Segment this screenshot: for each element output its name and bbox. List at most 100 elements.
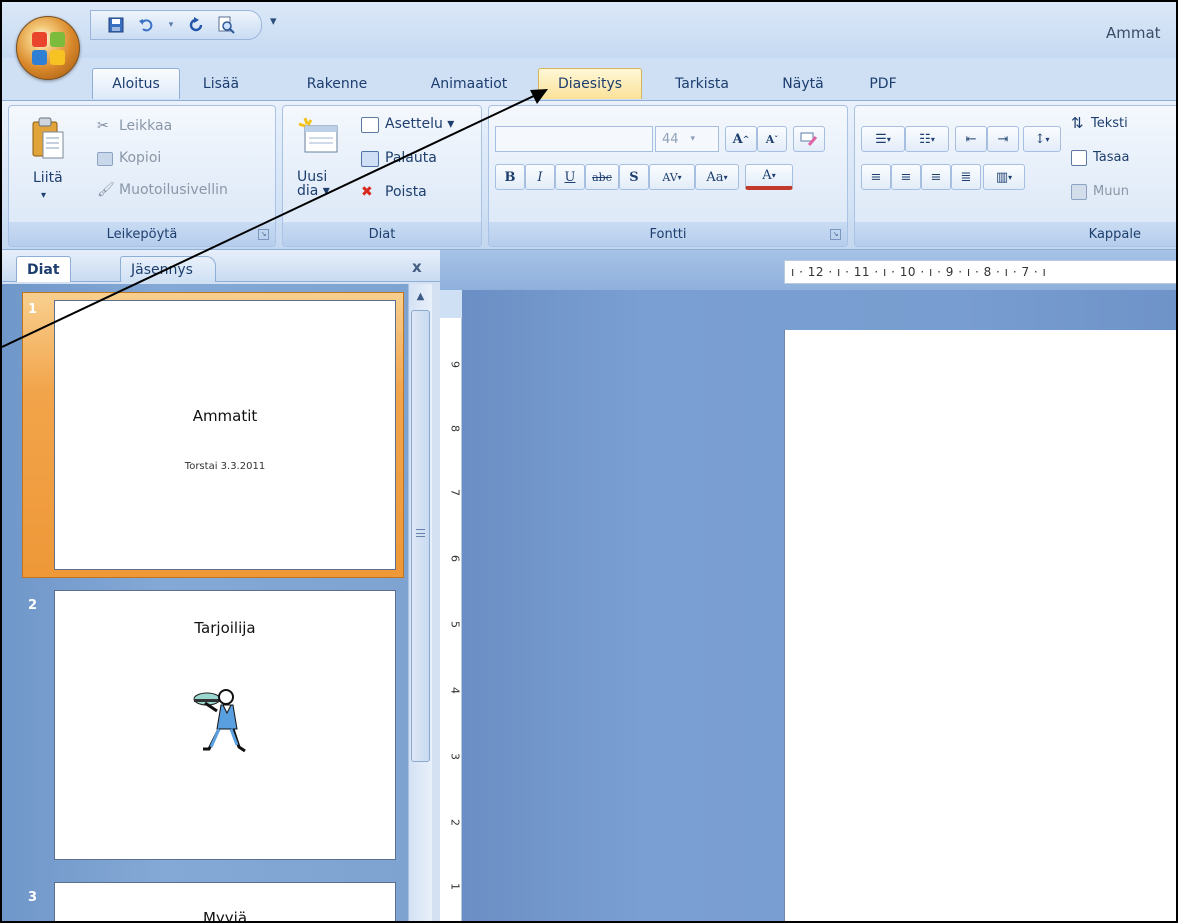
- paste-dropdown-icon: ▾: [41, 190, 47, 201]
- slide-thumbnail-1[interactable]: Ammatit Torstai 3.3.2011: [54, 300, 396, 570]
- layout-button[interactable]: Asettelu ▾: [361, 116, 479, 138]
- convert-smartart-button[interactable]: Muun: [1071, 182, 1176, 206]
- copy-button[interactable]: Kopioi: [97, 150, 207, 172]
- shadow-button[interactable]: S: [619, 164, 649, 190]
- pane-scrollbar[interactable]: ▲: [408, 284, 432, 921]
- text-direction-label: Teksti: [1091, 116, 1128, 131]
- slide-thumbnail-2[interactable]: Tarjoilija: [54, 590, 396, 860]
- window-title: Ammat: [1106, 24, 1161, 42]
- group-clipboard: Liitä ▾ ✂ Leikkaa Kopioi 🖌 Muotoilusivel…: [8, 105, 276, 247]
- title-bar: ▾ ▾ Ammat: [2, 2, 1176, 58]
- bold-button[interactable]: B: [495, 164, 525, 190]
- ruler-tick: 5: [448, 621, 462, 628]
- new-slide-button[interactable]: Uusi dia ▾: [291, 112, 349, 216]
- decrease-indent-button[interactable]: ⇤: [955, 126, 987, 152]
- undo-icon[interactable]: [137, 16, 155, 34]
- office-button[interactable]: [16, 16, 80, 80]
- font-color-button[interactable]: A ▾: [745, 164, 793, 190]
- layout-label: Asettelu ▾: [385, 116, 455, 132]
- tab-nayta[interactable]: Näytä: [770, 68, 836, 99]
- align-left-button[interactable]: ≡: [861, 164, 891, 190]
- slide-title: Myyjä: [202, 909, 248, 923]
- copy-icon: [97, 152, 113, 166]
- reset-button[interactable]: Palauta: [361, 150, 479, 172]
- paste-icon: [32, 117, 64, 159]
- align-text-button[interactable]: Tasaa: [1071, 148, 1176, 172]
- format-painter-button[interactable]: 🖌 Muotoilusivellin: [97, 182, 273, 204]
- cut-button[interactable]: ✂ Leikkaa: [97, 118, 207, 140]
- change-case-label: Aa: [706, 169, 724, 185]
- cut-label: Leikkaa: [119, 118, 173, 134]
- underline-button[interactable]: U: [555, 164, 585, 190]
- group-label-slides: Diat: [283, 222, 481, 246]
- scissors-icon: ✂: [97, 118, 109, 134]
- group-label-paragraph: Kappale: [855, 222, 1176, 246]
- font-launcher-icon[interactable]: ↘: [830, 229, 841, 240]
- group-paragraph: ☰ ▾ ☷ ▾ ⇤ ⇥ ↕ ▾ ≡ ≡ ≡ ≣ ▥ ▾ ⇅ Teksti Tasaa M…: [854, 105, 1176, 247]
- tab-pdf[interactable]: PDF: [860, 68, 906, 99]
- text-direction-button[interactable]: ⇅ Teksti: [1071, 114, 1176, 138]
- bullets-button[interactable]: ☰ ▾: [861, 126, 905, 152]
- italic-button[interactable]: I: [525, 164, 555, 190]
- align-text-icon: [1071, 150, 1087, 166]
- numbering-button[interactable]: ☷ ▾: [905, 126, 949, 152]
- slide-page[interactable]: [784, 330, 1176, 921]
- align-right-button[interactable]: ≡: [921, 164, 951, 190]
- new-slide-icon: [298, 117, 338, 153]
- justify-button[interactable]: ≣: [951, 164, 981, 190]
- ribbon: Liitä ▾ ✂ Leikkaa Kopioi 🖌 Muotoilusivel…: [2, 100, 1176, 250]
- tab-lisaa[interactable]: Lisää: [188, 68, 254, 99]
- tab-jasennys[interactable]: Jäsennys: [120, 256, 216, 282]
- delete-button[interactable]: ✖ Poista: [361, 184, 479, 206]
- save-icon[interactable]: [107, 16, 125, 34]
- tab-diat[interactable]: Diat: [16, 256, 71, 282]
- scroll-thumb[interactable]: [411, 310, 430, 762]
- shrink-font-button[interactable]: Aˇ: [757, 126, 787, 152]
- tab-animaatiot[interactable]: Animaatiot: [414, 68, 524, 99]
- font-size-dropdown-icon: ▾: [690, 134, 696, 144]
- char-spacing-label: AV: [662, 170, 678, 184]
- char-spacing-button[interactable]: AV ▾: [649, 164, 695, 190]
- columns-button[interactable]: ▥ ▾: [983, 164, 1025, 190]
- clipboard-launcher-icon[interactable]: ↘: [258, 229, 269, 240]
- waiter-clipart-icon: [193, 689, 246, 753]
- ruler-tick: 6: [448, 555, 462, 562]
- format-painter-label: Muotoilusivellin: [119, 182, 228, 198]
- ribbon-tabs: Aloitus Lisää Rakenne Animaatiot Diaesit…: [2, 68, 1176, 100]
- new-slide-label: Uusi: [297, 169, 328, 185]
- tab-rakenne[interactable]: Rakenne: [290, 68, 384, 99]
- clear-format-icon[interactable]: [793, 126, 825, 152]
- slide-number: 1: [28, 302, 38, 317]
- font-family-combo[interactable]: [495, 126, 653, 152]
- line-spacing-button[interactable]: ↕ ▾: [1023, 126, 1061, 152]
- paste-label: Liitä: [33, 170, 63, 186]
- grow-font-button[interactable]: A ^: [725, 126, 757, 152]
- undo-dropdown-icon[interactable]: ▾: [167, 16, 175, 34]
- ruler-tick: 7: [448, 489, 462, 496]
- increase-indent-button[interactable]: ⇥: [987, 126, 1019, 152]
- slide-thumbnail-3[interactable]: Myyjä: [54, 882, 396, 923]
- delete-label: Poista: [385, 184, 427, 200]
- slide-subtitle: Torstai 3.3.2011: [184, 461, 266, 472]
- slide-number: 2: [28, 598, 38, 613]
- paste-button[interactable]: Liitä ▾: [21, 112, 79, 216]
- strikethrough-button[interactable]: abc: [585, 164, 619, 190]
- tab-diaesitys[interactable]: Diaesitys: [538, 68, 642, 99]
- customize-qat-icon[interactable]: ▾: [270, 14, 277, 29]
- redo-icon[interactable]: [187, 16, 205, 34]
- group-font: 44 ▾ A ^ Aˇ B I U abc S AV ▾ Aa ▾ A ▾ Fontti…: [488, 105, 848, 247]
- change-case-button[interactable]: Aa ▾: [695, 164, 739, 190]
- ruler-tick: 4: [448, 687, 462, 694]
- print-preview-icon[interactable]: [217, 16, 235, 34]
- copy-label: Kopioi: [119, 150, 162, 166]
- close-pane-icon[interactable]: x: [412, 258, 422, 276]
- ruler-tick: 8: [448, 425, 462, 432]
- group-label-clipboard: Leikepöytä: [9, 222, 275, 246]
- font-size-combo[interactable]: 44 ▾: [655, 126, 719, 152]
- ruler-tick: 2: [448, 819, 462, 826]
- tab-aloitus[interactable]: Aloitus: [92, 68, 180, 99]
- scroll-up-icon[interactable]: ▲: [411, 286, 430, 306]
- align-center-button[interactable]: ≡: [891, 164, 921, 190]
- tab-tarkista[interactable]: Tarkista: [662, 68, 742, 99]
- font-color-label: A: [762, 168, 772, 183]
